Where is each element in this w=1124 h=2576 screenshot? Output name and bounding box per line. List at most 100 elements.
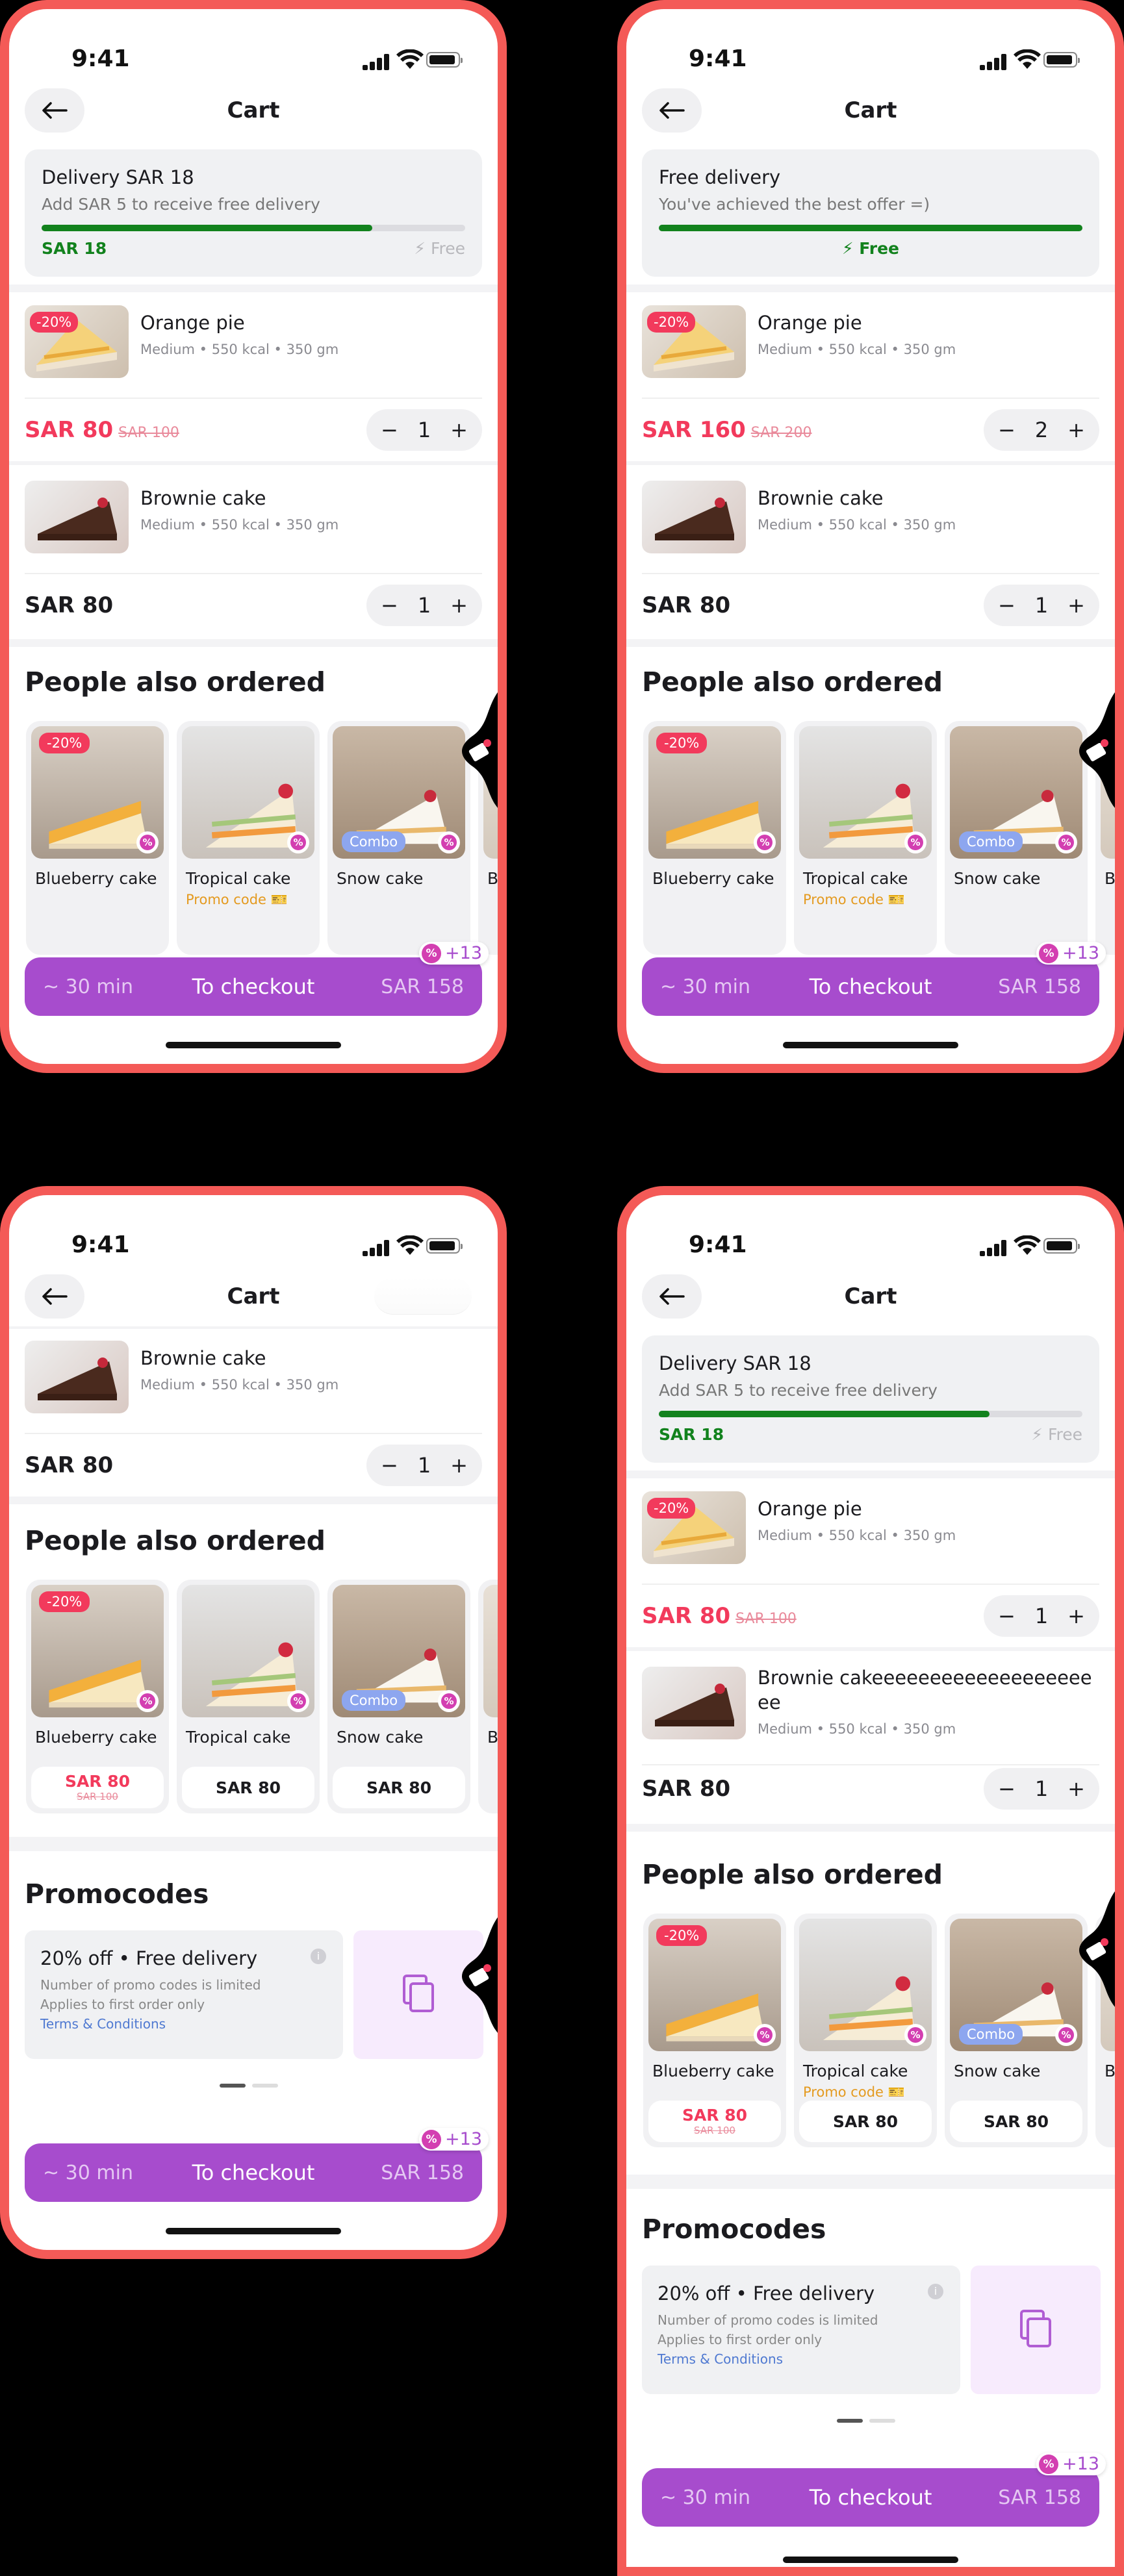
item-divider [642, 1584, 1099, 1585]
status-bar: 9:41 [9, 9, 498, 81]
plus-button[interactable]: + [1067, 593, 1085, 618]
discount-badge: -20% [39, 1591, 90, 1612]
section-divider [626, 284, 1115, 292]
percent-icon: % [904, 2024, 926, 2046]
promo-card[interactable]: 20% off • Free delivery Number of promo … [642, 2266, 960, 2394]
copy-promo-button[interactable] [971, 2266, 1101, 2394]
page-title: Cart [227, 97, 280, 123]
product-name: Snow cake [337, 869, 424, 888]
header: Cart [626, 1268, 1115, 1326]
percent-icon: % [904, 831, 926, 853]
promo-count-badge[interactable]: % +13 [1036, 2453, 1106, 2475]
promo-tab[interactable] [1063, 1884, 1115, 2014]
product-card[interactable]: Combo% Snow cake SAR 80 [327, 1580, 470, 1813]
minus-button[interactable]: − [381, 593, 398, 618]
plus-button[interactable]: + [450, 593, 468, 618]
bolt-icon: ⚡ [414, 239, 426, 258]
promo-tab[interactable] [1063, 685, 1115, 814]
quantity-value: 1 [1034, 1776, 1049, 1801]
plus-button[interactable]: + [1067, 1604, 1085, 1628]
quantity-stepper: −1 + [366, 409, 482, 451]
checkout-button[interactable]: ~ 30 min To checkout SAR 158 % +13 [25, 942, 489, 1016]
orange-pie-image: -20% [642, 305, 746, 378]
promo-count-badge[interactable]: % +13 [419, 942, 489, 965]
item-description: Medium • 550 kcal • 350 gm [140, 342, 339, 357]
cart-content: Free delivery You've achieved the best o… [626, 149, 1115, 1059]
product-card[interactable]: -20%% Blueberry cake SAR 80 SAR 100 [26, 1580, 169, 1813]
product-image: -20%% [648, 1919, 781, 2051]
minus-button[interactable]: − [998, 593, 1015, 618]
promo-tab[interactable] [446, 1910, 498, 2039]
terms-link[interactable]: Terms & Conditions [40, 2016, 327, 2032]
product-card[interactable]: % Tropical cake SAR 80 [177, 1580, 320, 1813]
wifi-icon [1014, 1235, 1041, 1255]
info-icon[interactable]: i [311, 1949, 326, 1964]
minus-button[interactable]: − [998, 1776, 1015, 1801]
product-price: SAR 80 [983, 2112, 1049, 2131]
plus-button[interactable]: + [450, 418, 468, 442]
item-name: Brownie cakeeeeeeeeeeeeeeeeeeeee [758, 1667, 1092, 1713]
also-ordered-carousel: -20%% Blueberry cake SAR 80 SAR 100% Tropica… [642, 1913, 1115, 2147]
section-divider [626, 461, 1115, 465]
discount-badge: -20% [647, 312, 696, 333]
checkout-button[interactable]: ~ 30 min To checkout SAR 158 % +13 [642, 942, 1106, 1016]
promo-count-badge[interactable]: % +13 [1036, 942, 1106, 965]
item-name: Orange pie [758, 312, 862, 334]
item-old-price: SAR 100 [118, 425, 179, 441]
header: Cart [9, 1268, 498, 1326]
product-old-price: SAR 100 [77, 1791, 118, 1802]
minus-button[interactable]: − [381, 418, 398, 442]
add-to-cart-button[interactable]: SAR 80 [799, 2101, 932, 2142]
plus-button[interactable]: + [450, 1453, 468, 1478]
minus-button[interactable]: − [998, 418, 1015, 442]
percent-icon: % [438, 831, 460, 853]
item-description: Medium • 550 kcal • 350 gm [758, 517, 956, 533]
product-card[interactable]: -20%% Blueberry cake SAR 80 SAR 100 [643, 1913, 786, 2147]
product-card[interactable]: B [478, 1580, 498, 1813]
section-divider [9, 1837, 498, 1851]
also-ordered-carousel: -20%% Blueberry cake SAR 80 SAR 100% Tropica… [25, 1580, 498, 1813]
add-to-cart-button[interactable]: SAR 80 SAR 100 [31, 1767, 164, 1808]
status-icons [980, 49, 1080, 70]
promocodes-title: Promocodes [642, 2214, 826, 2245]
product-card[interactable]: -20%% Blueberry cake [26, 721, 169, 955]
checkout-button[interactable]: ~ 30 min To checkout SAR 158 % +13 [25, 2128, 489, 2202]
phone-cart-full: 9:41 Cart Delivery SAR 18 Add SAR 5 to r… [617, 1186, 1124, 2576]
add-to-cart-button[interactable]: SAR 80 [182, 1767, 314, 1808]
product-card[interactable]: -20%% Blueberry cake [643, 721, 786, 955]
promo-count-badge[interactable]: % +13 [419, 2128, 489, 2151]
quantity-stepper: −1 + [984, 1595, 1099, 1637]
percent-icon: % [1055, 831, 1077, 853]
plus-button[interactable]: + [1067, 1776, 1085, 1801]
section-divider [9, 461, 498, 465]
terms-link[interactable]: Terms & Conditions [658, 2351, 945, 2367]
add-to-cart-button[interactable]: SAR 80 SAR 100 [648, 2101, 781, 2142]
item-divider [25, 573, 482, 574]
product-card[interactable]: % Tropical cake Promo code 🎫 [177, 721, 320, 955]
product-card[interactable]: % Tropical cake Promo code 🎫 [794, 721, 937, 955]
add-to-cart-button[interactable]: SAR 80 [333, 1767, 465, 1808]
status-icons [363, 1235, 463, 1256]
percent-icon: % [422, 2129, 442, 2149]
minus-button[interactable]: − [381, 1453, 398, 1478]
minus-button[interactable]: − [998, 1604, 1015, 1628]
info-icon[interactable]: i [928, 2284, 943, 2299]
cart-screen: 9:41 Cart Brownie cake Medium • 550 kcal… [9, 1195, 498, 2250]
plus-button[interactable]: + [1067, 418, 1085, 442]
quantity-stepper: −2 + [984, 409, 1099, 451]
discount-badge: -20% [647, 1498, 696, 1519]
cart-screen: 9:41 Cart Free delivery You've achieved … [626, 9, 1115, 1064]
cart-content: Delivery SAR 18 Add SAR 5 to receive fre… [626, 1335, 1115, 2567]
cart-item-brownie: Brownie cake Medium • 550 kcal • 350 gm … [642, 470, 1099, 633]
product-name: Blueberry cake [652, 869, 774, 888]
discount-badge: -20% [656, 733, 708, 753]
product-card[interactable]: % Tropical cake Promo code 🎫 SAR 80 [794, 1913, 937, 2147]
promo-card[interactable]: 20% off • Free delivery Number of promo … [25, 1930, 343, 2059]
add-to-cart-button[interactable]: SAR 80 [950, 2101, 1082, 2142]
checkout-button[interactable]: ~ 30 min To checkout SAR 158 % +13 [642, 2453, 1106, 2527]
also-ordered-carousel: -20%% Blueberry cake% Tropical cake Promo c… [25, 721, 498, 955]
percent-icon: % [287, 1690, 309, 1712]
promo-tab[interactable] [446, 685, 498, 814]
header-fade [374, 1277, 472, 1315]
also-ordered-title: People also ordered [25, 1525, 326, 1556]
